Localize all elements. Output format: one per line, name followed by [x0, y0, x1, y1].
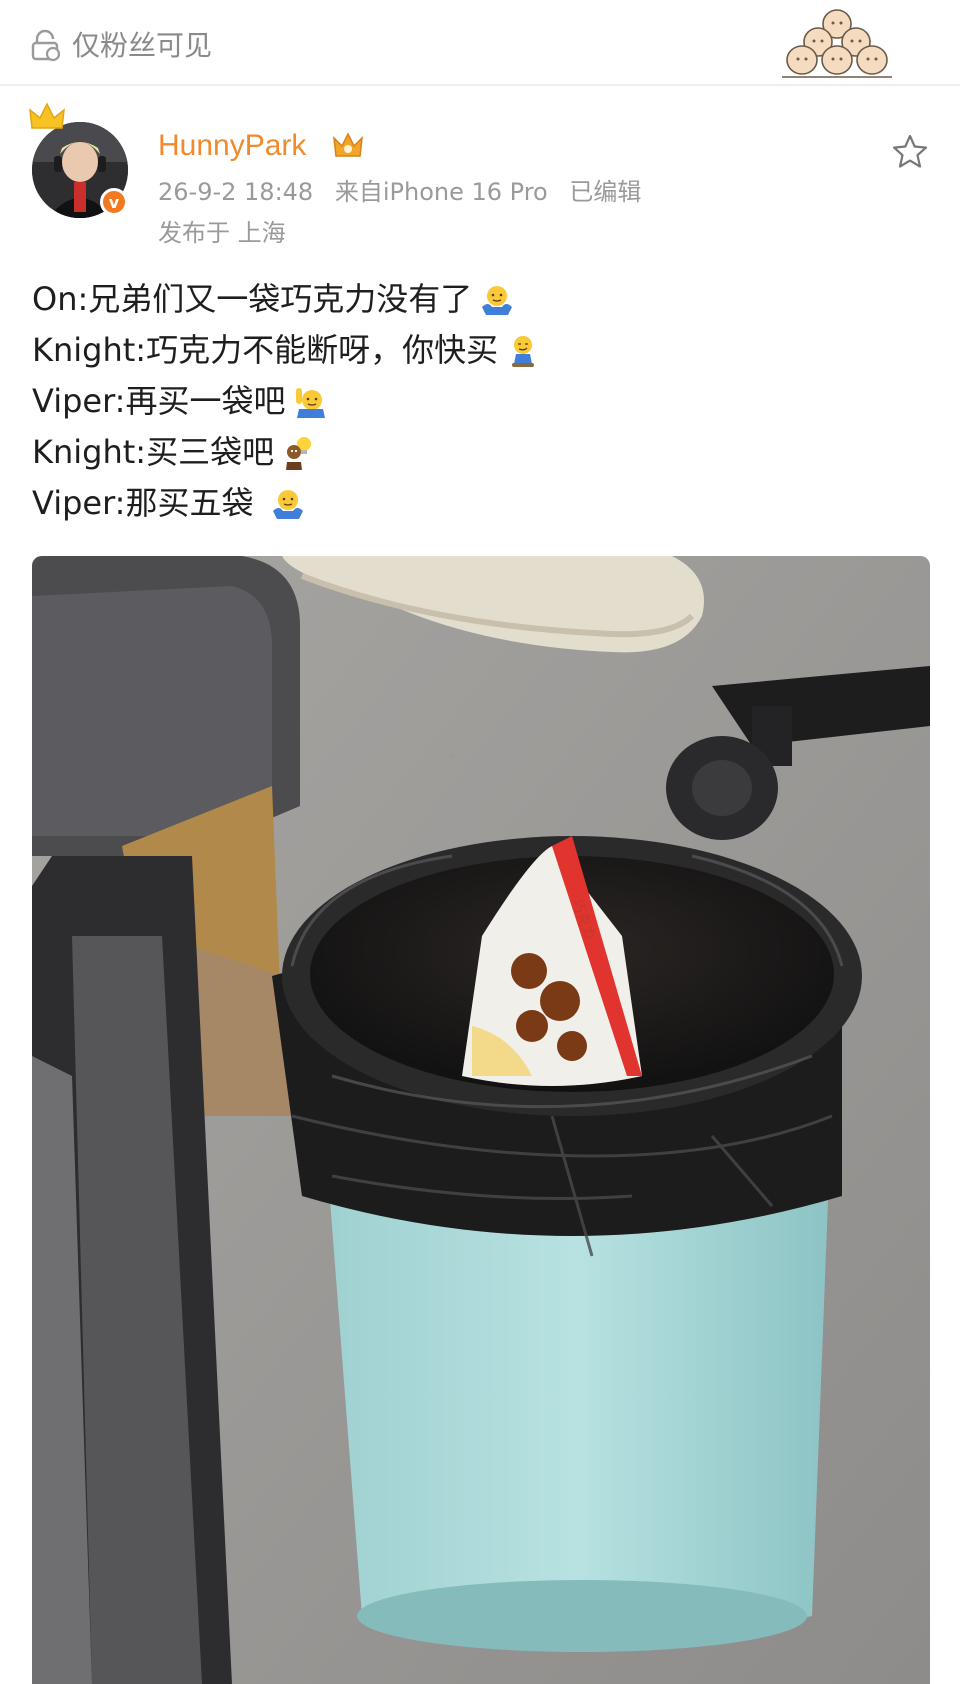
lock-cloud-icon	[31, 29, 61, 62]
post-location: 发布于 上海	[158, 219, 286, 247]
post-line: Knight:巧克力不能断呀，你快买	[32, 325, 932, 376]
crown-icon	[29, 102, 65, 129]
post-photo[interactable]: 巧克力	[32, 556, 930, 1684]
post-time: 26-9-2 18:48	[158, 178, 314, 206]
post-line: Viper:再买一袋吧	[32, 376, 932, 427]
verified-badge-icon: v	[100, 188, 128, 216]
post-line: Knight:买三袋吧	[32, 427, 932, 478]
post-body: On:兄弟们又一袋巧克力没有了 Knight:巧克力不能断呀，你快买 Viper…	[32, 274, 932, 529]
vip-crown-icon[interactable]	[330, 128, 366, 162]
lightbulb-idea-emoji-icon	[286, 436, 312, 470]
visibility-label: 仅粉丝可见	[72, 29, 213, 62]
author-avatar[interactable]: v	[24, 100, 136, 218]
smirk-sitting-emoji-icon	[512, 335, 535, 367]
visibility-bar: 仅粉丝可见	[0, 0, 960, 86]
post-meta: 26-9-2 18:48 来自iPhone 16 Pro 已编辑	[158, 175, 655, 209]
edited-label[interactable]: 已编辑	[569, 178, 641, 206]
raising-hand-emoji-icon	[296, 387, 326, 418]
author-name[interactable]: HunnyPark	[158, 126, 306, 166]
post-line: On:兄弟们又一袋巧克力没有了	[32, 274, 932, 325]
trash-bin-photo: 巧克力	[32, 556, 930, 1684]
peanut-family-sticker-icon	[782, 9, 892, 78]
star-outline-icon[interactable]	[890, 132, 930, 172]
post-line: Viper:那买五袋	[32, 478, 932, 529]
shrug-emoji-icon	[482, 285, 513, 315]
post-source: 来自iPhone 16 Pro	[334, 178, 548, 206]
shrug-emoji-icon	[273, 489, 304, 519]
